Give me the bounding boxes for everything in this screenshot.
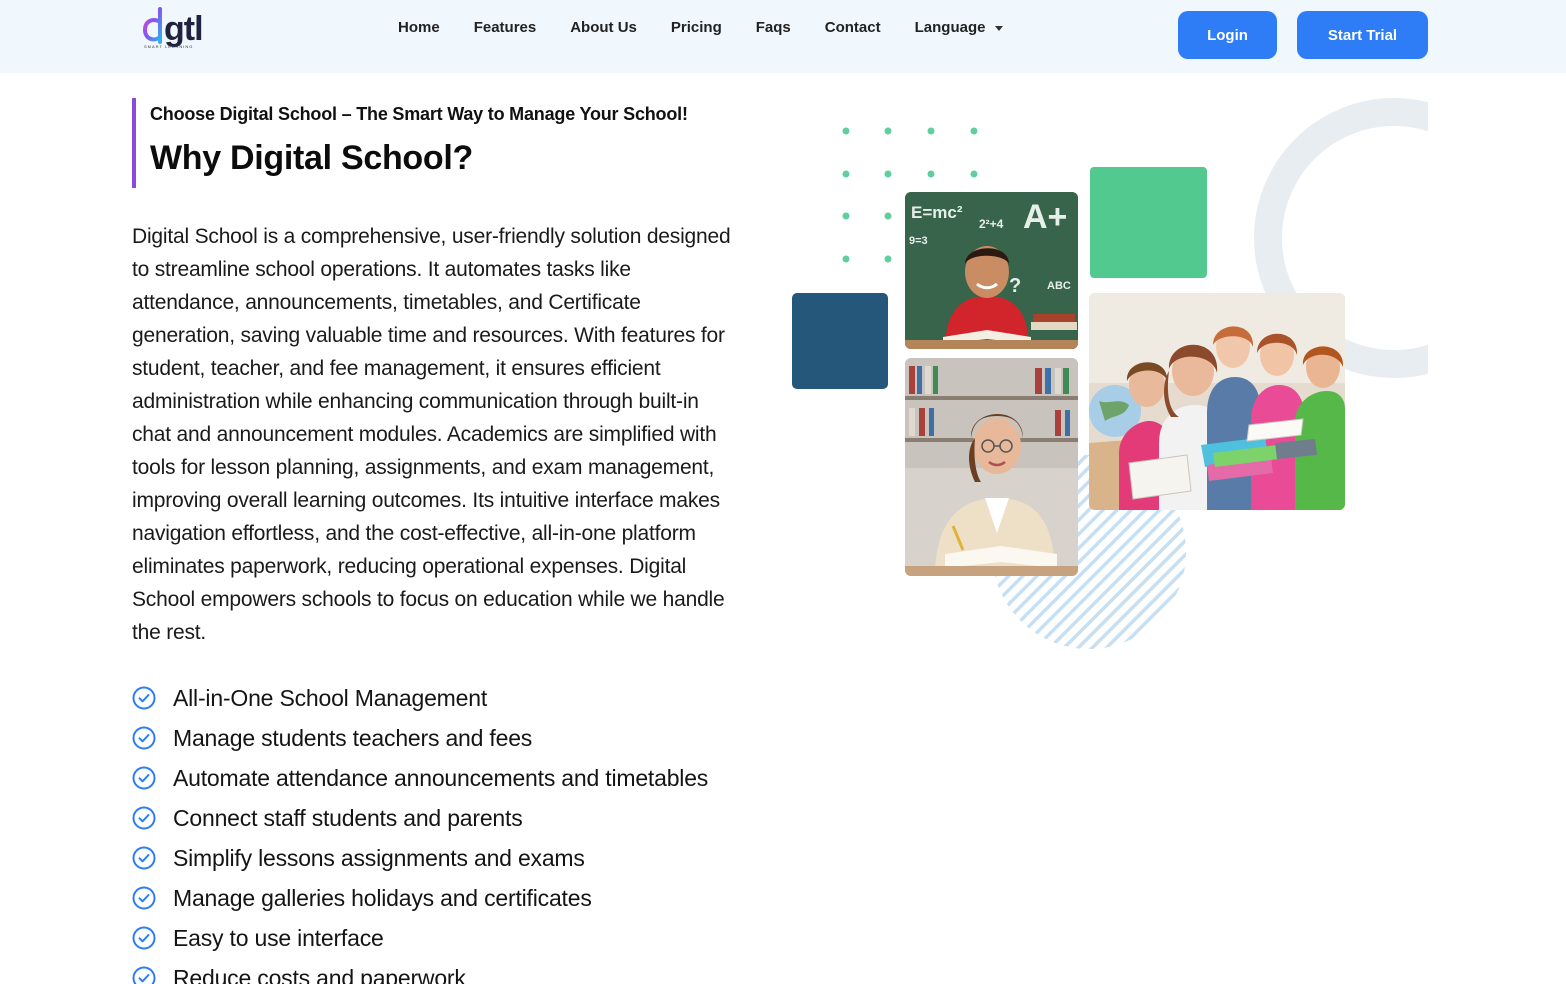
logo[interactable]: gtl SMART LEARNING: [140, 6, 220, 52]
nav-pricing[interactable]: Pricing: [671, 18, 722, 38]
check-circle-icon: [132, 766, 156, 790]
feature-item: Connect staff students and parents: [132, 798, 708, 838]
check-circle-icon: [132, 966, 156, 984]
feature-item: Automate attendance announcements and ti…: [132, 758, 708, 798]
navy-tile: [792, 293, 888, 389]
feature-list: All-in-One School Management Manage stud…: [132, 678, 708, 984]
feature-text: All-in-One School Management: [173, 684, 488, 711]
nav-links: Home Features About Us Pricing Faqs Cont…: [398, 18, 1004, 38]
feature-item: Simplify lessons assignments and exams: [132, 838, 708, 878]
feature-item: All-in-One School Management: [132, 678, 708, 718]
feature-text: Manage students teachers and fees: [173, 724, 533, 751]
nav-features[interactable]: Features: [474, 18, 537, 38]
login-button[interactable]: Login: [1178, 11, 1277, 59]
section-eyebrow: Choose Digital School – The Smart Way to…: [150, 104, 688, 124]
feature-text: Easy to use interface: [173, 924, 384, 951]
feature-text: Automate attendance announcements and ti…: [173, 764, 709, 791]
start-trial-button[interactable]: Start Trial: [1297, 11, 1428, 59]
photo-group-study: [1089, 293, 1345, 510]
check-circle-icon: [132, 846, 156, 870]
chalk-question: ?: [1009, 275, 1021, 297]
check-circle-icon: [132, 806, 156, 830]
chalk-emc2: E=mc²: [911, 203, 963, 222]
check-circle-icon: [132, 686, 156, 710]
photo-student-chalkboard: E=mc² A+ 9=3 ABC 2²+4 ?: [905, 192, 1078, 349]
caret-down-icon: [995, 25, 1004, 31]
section-heading: Choose Digital School – The Smart Way to…: [132, 98, 688, 188]
nav-home[interactable]: Home: [398, 18, 440, 38]
navbar: gtl SMART LEARNING Home Features About U…: [0, 0, 1566, 73]
feature-text: Connect staff students and parents: [173, 804, 523, 831]
nav-contact[interactable]: Contact: [825, 18, 881, 38]
chalk-abc: ABC: [1047, 280, 1071, 292]
chalk-9-3: 9=3: [909, 235, 928, 247]
nav-faqs[interactable]: Faqs: [756, 18, 791, 38]
check-circle-icon: [132, 926, 156, 950]
feature-item: Reduce costs and paperwork: [132, 958, 708, 984]
chalk-exponent: 2²+4: [979, 217, 1004, 231]
chalk-a-plus: A+: [1023, 198, 1067, 236]
language-dropdown[interactable]: Language: [915, 18, 1004, 38]
feature-text: Reduce costs and paperwork: [173, 964, 466, 984]
section-description: Digital School is a comprehensive, user-…: [132, 225, 731, 644]
section-title: Why Digital School?: [150, 139, 473, 177]
logo-subtext: SMART LEARNING: [144, 44, 194, 49]
feature-text: Simplify lessons assignments and exams: [173, 844, 585, 871]
feature-item: Manage galleries holidays and certificat…: [132, 878, 708, 918]
feature-text: Manage galleries holidays and certificat…: [173, 884, 592, 911]
feature-item: Easy to use interface: [132, 918, 708, 958]
hero-illustration: E=mc² A+ 9=3 ABC 2²+4 ?: [780, 95, 1440, 665]
feature-item: Manage students teachers and fees: [132, 718, 708, 758]
check-circle-icon: [132, 726, 156, 750]
green-tile: [1090, 167, 1207, 278]
language-label: Language: [914, 19, 986, 36]
check-circle-icon: [132, 886, 156, 910]
nav-about-us[interactable]: About Us: [570, 18, 637, 38]
photo-teacher-writing: [905, 358, 1078, 576]
